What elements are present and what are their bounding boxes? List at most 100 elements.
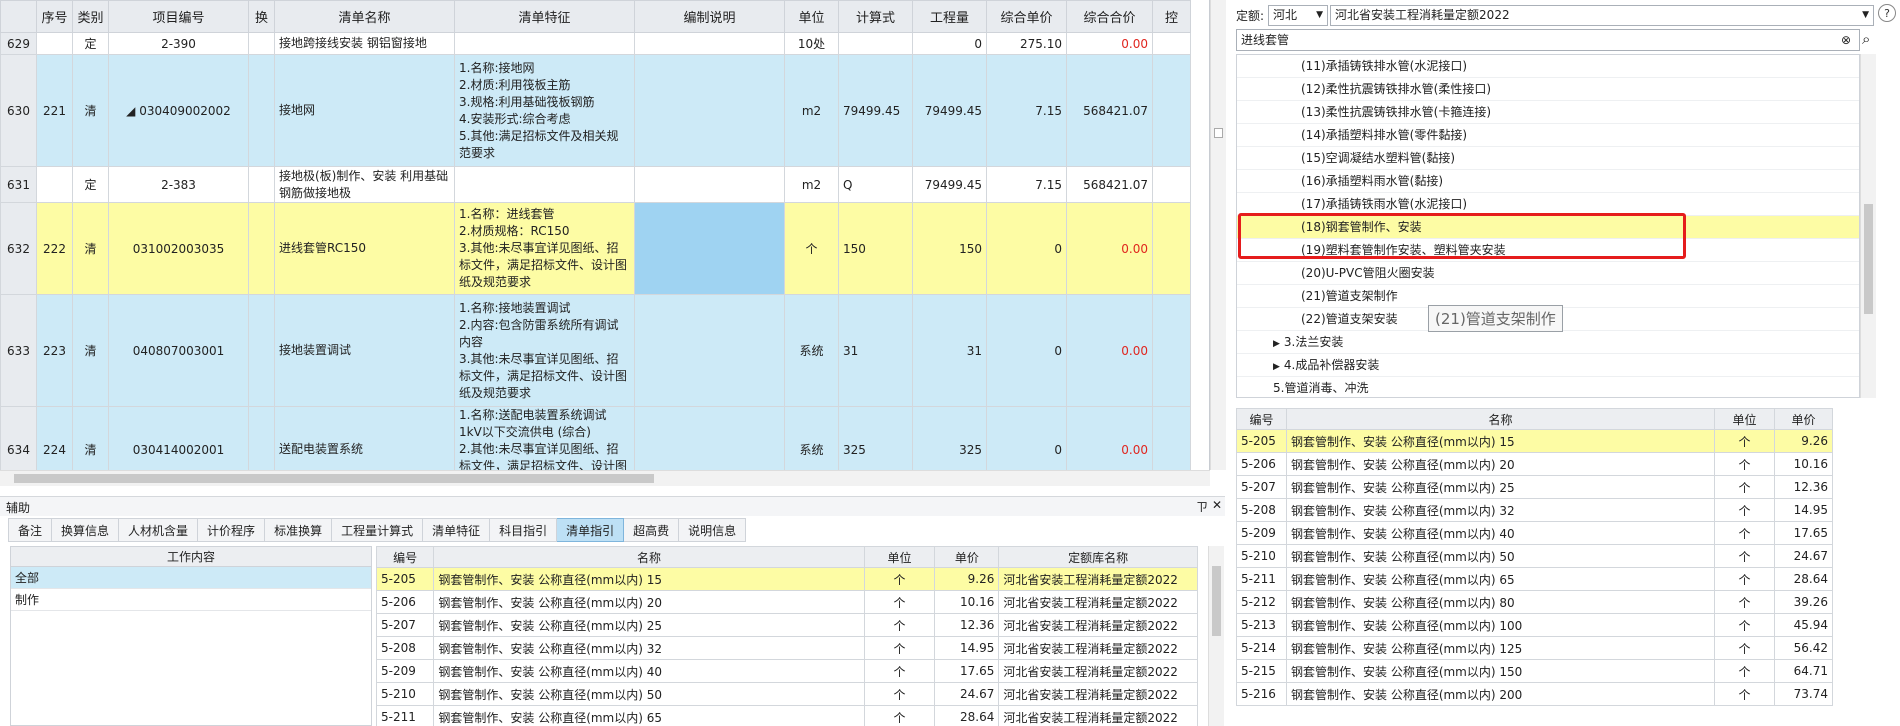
cell-code[interactable]: 030414002001 xyxy=(108,406,249,470)
tab-7[interactable]: 科目指引 xyxy=(490,518,558,542)
cell-price[interactable]: 275.10 xyxy=(986,32,1067,55)
cell-swap[interactable] xyxy=(248,406,275,470)
cell-total[interactable]: 0.00 xyxy=(1066,32,1153,55)
guide-header-library[interactable]: 定额库名称 xyxy=(998,546,1198,568)
quota-header-code[interactable]: 编号 xyxy=(1236,408,1287,430)
cell-name[interactable]: 接地装置调试 xyxy=(274,294,455,407)
tree-node[interactable]: 5.管道消毒、冲洗 xyxy=(1237,377,1859,397)
cell-note[interactable] xyxy=(634,202,785,295)
guide-vertical-scrollbar[interactable] xyxy=(1208,546,1224,726)
bill-row[interactable]: 632 222 清 031002003035 进线套管RC150 1.名称：进线套管 2.材… xyxy=(0,202,1191,295)
cell-category[interactable]: 清 xyxy=(72,294,109,407)
tree-node[interactable]: ▶ 3.法兰安装 xyxy=(1237,331,1859,354)
bill-hscroll-thumb[interactable] xyxy=(14,474,654,483)
cell-price[interactable]: 0 xyxy=(986,294,1067,407)
close-icon[interactable]: ✕ xyxy=(1212,498,1222,512)
cell-code[interactable]: 2-383 xyxy=(108,166,249,203)
cell-formula[interactable]: Q xyxy=(838,166,913,203)
work-item-all[interactable]: 全部 xyxy=(11,567,371,589)
bill-row[interactable]: 629 定 2-390 接地跨接线安装 钢铝窗接地 10处 0 275.10 0.00 xyxy=(0,32,1191,55)
header-note[interactable]: 编制说明 xyxy=(634,0,785,33)
tree-vertical-scrollbar[interactable] xyxy=(1860,54,1876,398)
cell-name[interactable]: 接地极(板)制作、安装 利用基础钢筋做接地极 xyxy=(274,166,455,203)
cell-code[interactable]: ◢ 030409002002 xyxy=(108,54,249,167)
quota-row[interactable]: 5-213 钢套管制作、安装 公称直径(mm以内) 100 个 45.94 xyxy=(1236,613,1833,637)
bill-horizontal-scrollbar[interactable] xyxy=(0,470,1210,486)
cell-name[interactable]: 送配电装置系统 xyxy=(274,406,455,470)
bill-scroll-thumb[interactable] xyxy=(1214,128,1223,138)
quota-row[interactable]: 5-209 钢套管制作、安装 公称直径(mm以内) 40 个 17.65 xyxy=(1236,521,1833,545)
cell-seq[interactable]: 223 xyxy=(36,294,73,407)
quota-row[interactable]: 5-215 钢套管制作、安装 公称直径(mm以内) 150 个 64.71 xyxy=(1236,659,1833,683)
cell-control[interactable] xyxy=(1152,54,1191,167)
cell-name[interactable]: 接地网 xyxy=(274,54,455,167)
cell-total[interactable]: 0.00 xyxy=(1066,294,1153,407)
cell-category[interactable]: 清 xyxy=(72,54,109,167)
row-number[interactable]: 632 xyxy=(0,202,37,295)
cell-formula[interactable]: 79499.45 xyxy=(838,54,913,167)
tab-8[interactable]: 清单指引 xyxy=(557,518,625,542)
cell-feature[interactable]: 1.名称：进线套管 2.材质规格：RC150 3.其他:未尽事宜详见图纸、招标文件，… xyxy=(454,202,635,295)
guide-row[interactable]: 5-208 钢套管制作、安装 公称直径(mm以内) 32 个 14.95 河北省安装工程… xyxy=(376,636,1198,660)
guide-row[interactable]: 5-211 钢套管制作、安装 公称直径(mm以内) 65 个 28.64 河北省安装工程… xyxy=(376,705,1198,726)
cell-control[interactable] xyxy=(1152,202,1191,295)
cell-note[interactable] xyxy=(634,294,785,407)
header-qty[interactable]: 工程量 xyxy=(912,0,987,33)
cell-seq[interactable]: 224 xyxy=(36,406,73,470)
header-formula[interactable]: 计算式 xyxy=(838,0,913,33)
cell-feature[interactable]: 1.名称:接地装置调试 2.内容:包含防雷系统所有调试内容 3.其他:未尽事宜详见图… xyxy=(454,294,635,407)
cell-unit[interactable]: 系统 xyxy=(784,294,839,407)
expand-arrow-icon[interactable]: ▶ xyxy=(1273,339,1280,349)
row-number[interactable]: 633 xyxy=(0,294,37,407)
cell-swap[interactable] xyxy=(248,54,275,167)
cell-category[interactable]: 定 xyxy=(72,32,109,55)
quota-row[interactable]: 5-211 钢套管制作、安装 公称直径(mm以内) 65 个 28.64 xyxy=(1236,567,1833,591)
cell-feature[interactable]: 1.名称:送配电装置系统调试 1kV以下交流供电 (综合) 2.其他:未尽事宜详见… xyxy=(454,406,635,470)
cell-price[interactable]: 7.15 xyxy=(986,54,1067,167)
tree-node[interactable]: (13)柔性抗震铸铁排水管(卡箍连接) xyxy=(1237,101,1859,124)
cell-feature[interactable]: 1.名称:接地网 2.材质:利用筏板主筋 3.规格:利用基础筏板钢筋 4.安装形式:综… xyxy=(454,54,635,167)
cell-unit[interactable]: m2 xyxy=(784,166,839,203)
header-unit[interactable]: 单位 xyxy=(784,0,839,33)
header-control[interactable]: 控 xyxy=(1152,0,1191,33)
help-icon[interactable]: ? xyxy=(1878,4,1896,22)
row-number[interactable]: 629 xyxy=(0,32,37,55)
cell-control[interactable] xyxy=(1152,32,1191,55)
quota-row[interactable]: 5-212 钢套管制作、安装 公称直径(mm以内) 80 个 39.26 xyxy=(1236,590,1833,614)
tree-node[interactable]: ▶ 4.成品补偿器安装 xyxy=(1237,354,1859,377)
cell-note[interactable] xyxy=(634,406,785,470)
cell-note[interactable] xyxy=(634,166,785,203)
cell-formula[interactable] xyxy=(838,32,913,55)
cell-swap[interactable] xyxy=(248,294,275,407)
quota-row[interactable]: 5-207 钢套管制作、安装 公称直径(mm以内) 25 个 12.36 xyxy=(1236,475,1833,499)
guide-scroll-thumb[interactable] xyxy=(1212,566,1221,636)
quota-header-name[interactable]: 名称 xyxy=(1286,408,1715,430)
cell-qty[interactable]: 325 xyxy=(912,406,987,470)
cell-swap[interactable] xyxy=(248,202,275,295)
cell-unit[interactable]: 系统 xyxy=(784,406,839,470)
bill-vertical-scrollbar[interactable] xyxy=(1210,0,1226,470)
tree-scroll-thumb[interactable] xyxy=(1864,204,1873,314)
bill-row[interactable]: 631 定 2-383 接地极(板)制作、安装 利用基础钢筋做接地极 m2 Q 79499.… xyxy=(0,166,1191,203)
quota-header-unit[interactable]: 单位 xyxy=(1714,408,1775,430)
cell-feature[interactable] xyxy=(454,32,635,55)
guide-header-name[interactable]: 名称 xyxy=(433,546,865,568)
region-select[interactable]: 河北 ▼ xyxy=(1268,4,1329,26)
tab-5[interactable]: 工程量计算式 xyxy=(332,518,424,542)
cell-unit[interactable]: m2 xyxy=(784,54,839,167)
library-select[interactable]: 河北省安装工程消耗量定额2022 ▼ xyxy=(1330,4,1875,26)
clear-icon[interactable]: ⊗ xyxy=(1841,30,1851,50)
tab-2[interactable]: 人材机含量 xyxy=(119,518,199,542)
header-feature[interactable]: 清单特征 xyxy=(454,0,635,33)
cell-total[interactable]: 0.00 xyxy=(1066,202,1153,295)
cell-formula[interactable]: 150 xyxy=(838,202,913,295)
cell-price[interactable]: 0 xyxy=(986,406,1067,470)
tab-4[interactable]: 标准换算 xyxy=(265,518,333,542)
row-number[interactable]: 631 xyxy=(0,166,37,203)
header-category[interactable]: 类别 xyxy=(72,0,109,33)
tab-0[interactable]: 备注 xyxy=(8,518,53,542)
tree-node[interactable]: (11)承插铸铁排水管(水泥接口) xyxy=(1237,55,1859,78)
work-item-make[interactable]: 制作 xyxy=(11,589,371,611)
cell-note[interactable] xyxy=(634,32,785,55)
cell-category[interactable]: 清 xyxy=(72,202,109,295)
